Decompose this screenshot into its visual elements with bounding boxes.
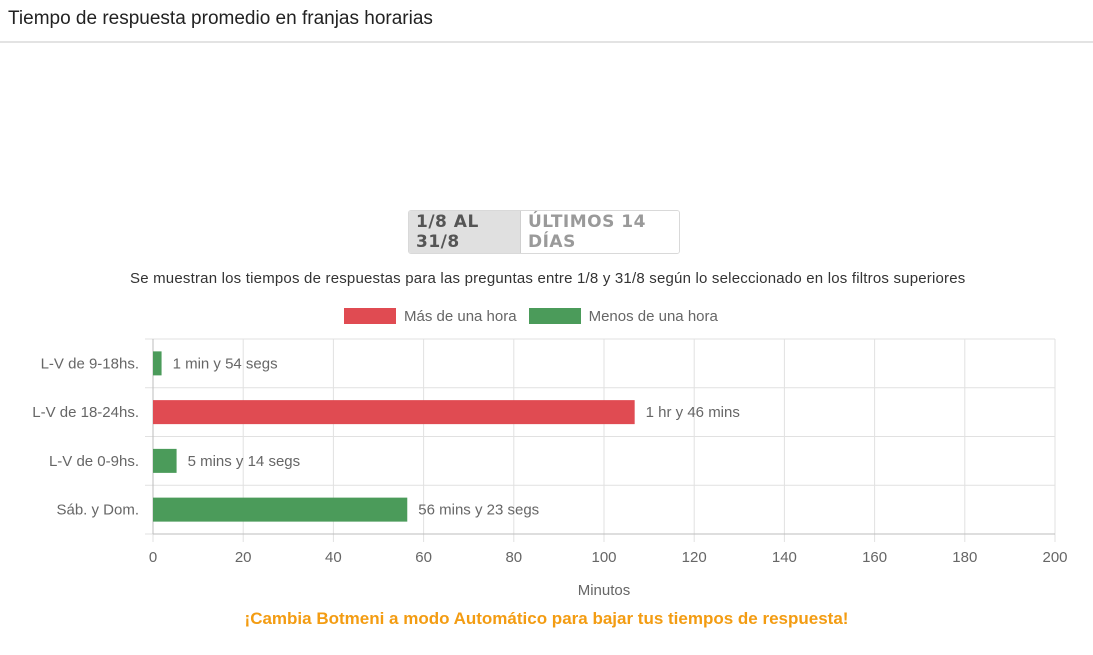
bar-value-label: 1 hr y 46 mins	[646, 404, 740, 421]
x-tick-label: 180	[952, 549, 977, 566]
bar	[153, 400, 635, 425]
category-label: L-V de 0-9hs.	[49, 453, 139, 470]
x-tick-label: 100	[591, 549, 616, 566]
category-label: Sáb. y Dom.	[56, 502, 139, 519]
x-tick-label: 160	[862, 549, 887, 566]
bar-chart: 0 20 40 60 80 100 120 140 160 180 200 L-V de 9-18hs…	[32, 338, 1068, 599]
bar	[153, 448, 177, 473]
x-tick-label: 120	[682, 549, 707, 566]
x-tick-label: 20	[235, 549, 252, 566]
category-label: L-V de 18-24hs.	[32, 404, 139, 421]
x-tick-label: 200	[1042, 549, 1067, 566]
x-tick-label: 80	[505, 549, 522, 566]
x-tick-label: 40	[325, 549, 342, 566]
bar-value-label: 56 mins y 23 segs	[418, 502, 539, 519]
bar-value-label: 5 mins y 14 segs	[188, 453, 301, 470]
bar	[153, 497, 408, 522]
automatic-mode-cta[interactable]: ¡Cambia Botmeni a modo Automático para b…	[0, 609, 1093, 629]
x-tick-label: 140	[772, 549, 797, 566]
x-tick-label: 60	[415, 549, 432, 566]
x-tick-label: 0	[149, 549, 157, 566]
category-label: L-V de 9-18hs.	[41, 355, 139, 372]
bar-value-label: 1 min y 54 segs	[173, 355, 278, 372]
bar	[153, 351, 162, 376]
x-axis-title: Minutos	[578, 582, 631, 599]
